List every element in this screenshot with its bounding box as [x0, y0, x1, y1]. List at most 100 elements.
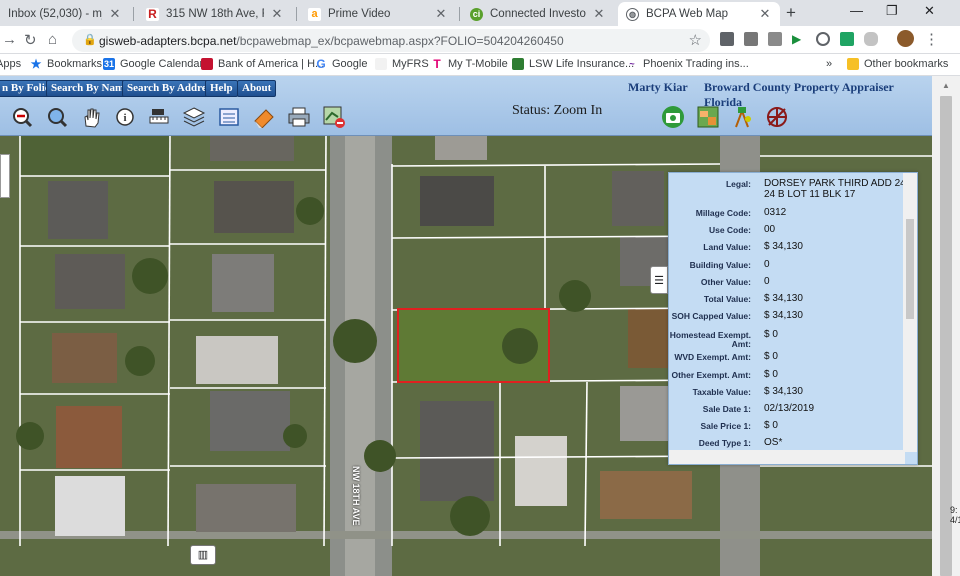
field-label: Sale Date 1:	[702, 404, 751, 414]
tab-redfin[interactable]: R 315 NW 18th Ave, Fort Laud ✕	[138, 2, 292, 26]
more-bookmarks-icon[interactable]: »	[826, 58, 832, 70]
scrollbar-thumb[interactable]	[906, 219, 914, 319]
scroll-up-arrow-icon[interactable]: ▲	[942, 81, 950, 90]
tab-title: Prime Video	[328, 8, 391, 20]
bookmark-google-calendar[interactable]: 31 Google Calendar	[103, 58, 203, 70]
zoom-full-icon[interactable]	[44, 105, 70, 129]
clock-time: 9:	[950, 505, 958, 515]
tab-title: 315 NW 18th Ave, Fort Laud	[166, 8, 264, 20]
bookmark-myfrs[interactable]: MyFRS	[375, 58, 429, 70]
bookmark-google[interactable]: G Google	[315, 58, 367, 70]
bookmark-t-mobile[interactable]: T My T-Mobile	[431, 57, 507, 71]
new-tab-button[interactable]: +	[786, 3, 796, 23]
tab-prime-video[interactable]: a Prime Video ✕	[300, 2, 456, 26]
clear-selection-icon[interactable]	[321, 105, 347, 129]
close-icon[interactable]: ✕	[108, 6, 122, 22]
page-scrollbar[interactable]: ▲	[932, 76, 960, 576]
identify-info-icon[interactable]: i	[112, 105, 138, 129]
amazon-icon: a	[308, 7, 321, 21]
info-panel-scrollbar[interactable]	[903, 173, 917, 452]
tab-inbox[interactable]: Inbox (52,030) - mjw2cani@ ✕	[0, 2, 130, 26]
map-zoom-slider[interactable]	[0, 154, 10, 198]
no-target-icon[interactable]	[764, 105, 790, 129]
field-label: WVD Exempt. Amt:	[674, 352, 751, 362]
field-value: $ 34,130	[764, 310, 803, 321]
legend-icon[interactable]	[216, 105, 242, 129]
bookmark-bank-of-america[interactable]: Bank of America | H...	[201, 58, 324, 70]
home-icon[interactable]: ⌂	[48, 31, 57, 48]
extension-circle-icon[interactable]	[816, 32, 830, 46]
folder-icon	[847, 58, 859, 70]
pan-hand-icon[interactable]	[78, 105, 104, 129]
menu-icon[interactable]: ⋮	[924, 30, 939, 48]
field-label: Use Code:	[708, 225, 751, 235]
close-icon[interactable]: ✕	[270, 6, 284, 22]
window-close-icon[interactable]: ✕	[924, 3, 935, 19]
url-path: /bcpawebmap_ex/bcpawebmap.aspx?FOLIO=504…	[236, 34, 564, 48]
search-by-name-button[interactable]: Search By Name	[46, 80, 135, 97]
help-button[interactable]: Help	[205, 80, 238, 97]
redfin-icon: R	[146, 7, 159, 21]
bookmark-label: Other bookmarks	[864, 58, 949, 70]
close-icon[interactable]: ✕	[434, 6, 448, 22]
address-bar[interactable]: 🔒 gisweb-adapters.bcpa.net/bcpawebmap_ex…	[72, 29, 710, 52]
extension-pdf-icon[interactable]	[768, 32, 782, 46]
tmobile-icon: T	[433, 57, 441, 71]
scrollbar-thumb[interactable]	[940, 96, 952, 576]
bookmark-label: Google Calendar	[120, 58, 204, 70]
other-exempt-row: Other Exempt. Amt: $ 0	[669, 368, 905, 385]
avatar[interactable]	[897, 30, 914, 47]
panel-collapse-icon[interactable]: ☰	[650, 266, 668, 294]
close-icon[interactable]: ✕	[758, 6, 772, 22]
bookmark-lsw[interactable]: LSW Life Insurance...	[512, 58, 634, 70]
play-icon[interactable]: ▶	[792, 32, 806, 46]
measure-icon[interactable]	[146, 105, 172, 129]
back-icon[interactable]: →	[2, 31, 17, 48]
extension-g-icon[interactable]	[720, 32, 734, 46]
field-label: Total Value:	[703, 294, 751, 304]
field-value: 00	[764, 224, 776, 235]
bookmark-other[interactable]: Other bookmarks	[847, 58, 948, 70]
field-label: Millage Code:	[695, 208, 751, 218]
bookmark-apps[interactable]: Apps	[0, 58, 21, 70]
eraser-icon[interactable]	[251, 105, 277, 129]
field-label: Taxable Value:	[692, 387, 751, 397]
extension-c-icon[interactable]	[744, 32, 758, 46]
field-value: 02/13/2019	[764, 403, 815, 414]
browser-tab-strip: Inbox (52,030) - mjw2cani@ ✕ R 315 NW 18…	[0, 0, 960, 26]
camera-icon[interactable]	[660, 105, 686, 129]
tab-title: Inbox (52,030) - mjw2cani@	[8, 8, 102, 20]
field-value: $ 0	[764, 351, 778, 362]
minimize-icon[interactable]: —	[850, 3, 863, 18]
url-text: gisweb-adapters.bcpa.net/bcpawebmap_ex/b…	[99, 34, 564, 48]
tab-connected-investors[interactable]: ci Connected Investors ✕	[462, 2, 614, 26]
tab-title: BCPA Web Map	[646, 8, 729, 20]
layers-icon[interactable]	[181, 105, 207, 129]
close-icon[interactable]: ✕	[592, 6, 606, 22]
sale-date-row: Sale Date 1: 02/13/2019	[669, 402, 905, 419]
lsw-icon	[512, 58, 524, 70]
surveyor-icon[interactable]	[729, 105, 755, 129]
bookmark-bookmarks[interactable]: ★ Bookmarks	[30, 58, 102, 70]
user-name: Marty Kiar	[628, 80, 688, 94]
print-icon[interactable]	[286, 105, 312, 129]
tab-bcpa-web-map[interactable]: ◍ BCPA Web Map ✕	[618, 2, 780, 26]
svg-text:i: i	[123, 112, 126, 124]
bookmark-phoenix[interactable]: ~ Phoenix Trading ins...	[626, 58, 748, 70]
checkmark-icon[interactable]	[840, 32, 854, 46]
bookmark-label: Apps	[0, 58, 22, 70]
street-view-icon[interactable]	[695, 105, 721, 129]
info-panel-hscrollbar[interactable]	[669, 450, 905, 464]
map-bottom-handle[interactable]: ▥	[190, 545, 216, 565]
field-value: $ 34,130	[764, 293, 803, 304]
restore-icon[interactable]: ❐	[886, 3, 898, 19]
taskbar-clock: 9:4/1	[950, 505, 960, 525]
cloud-icon[interactable]	[864, 32, 878, 46]
field-label: SOH Capped Value:	[671, 311, 751, 321]
about-button[interactable]: About	[237, 80, 277, 97]
reload-icon[interactable]: ↻	[24, 31, 37, 49]
zoom-out-icon[interactable]	[9, 105, 35, 129]
wvd-exempt-row: WVD Exempt. Amt: $ 0	[669, 350, 905, 367]
bookmark-star-icon[interactable]: ☆	[689, 31, 702, 49]
field-value: 24 B LOT 11 BLK 17	[764, 189, 856, 200]
